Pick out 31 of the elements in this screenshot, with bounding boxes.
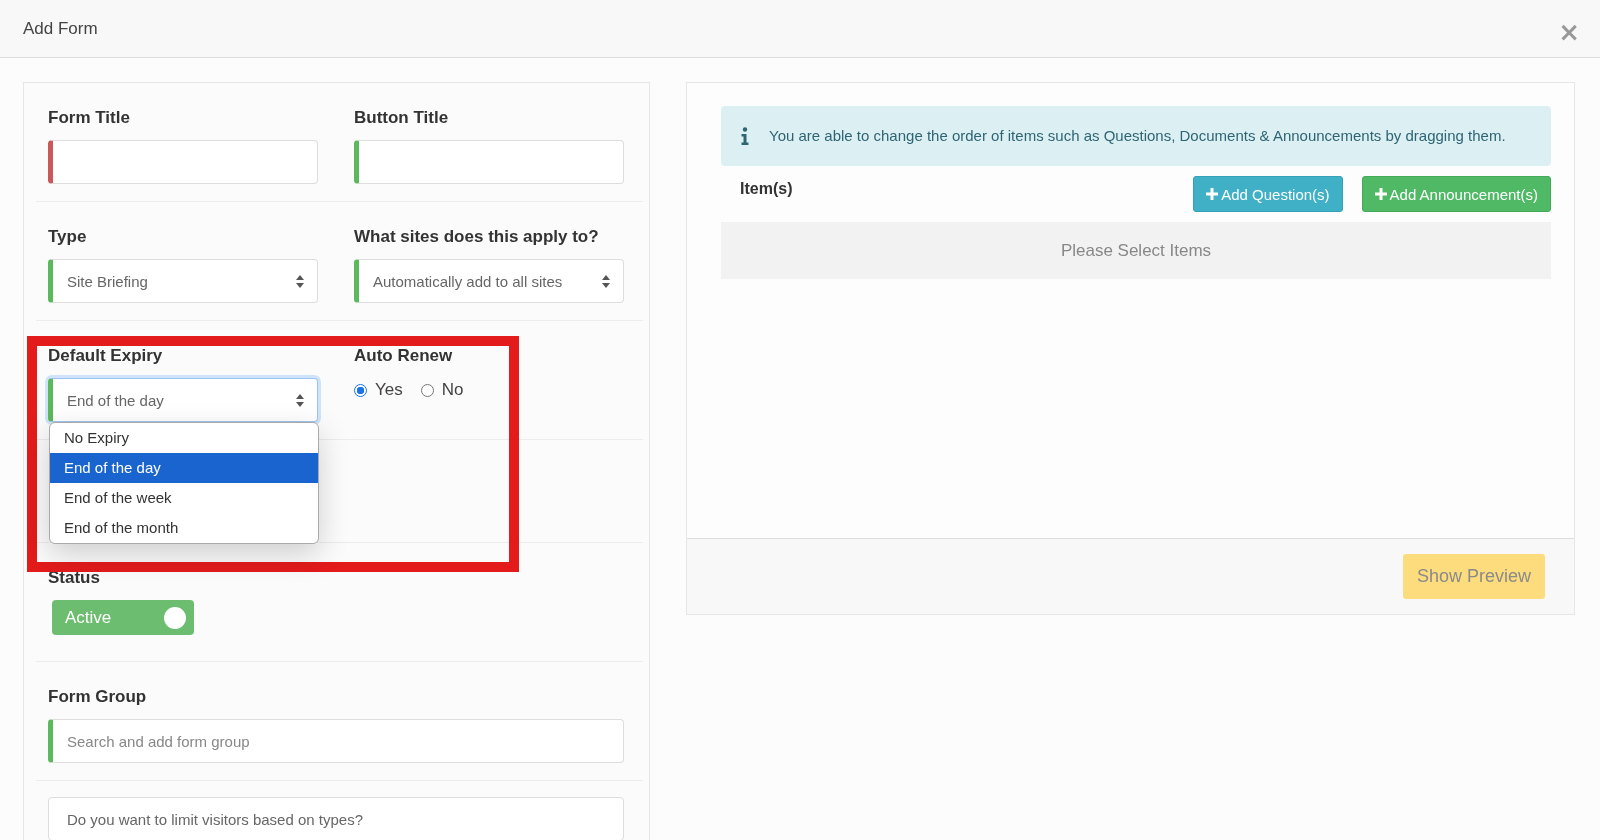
sort-caret-icon xyxy=(296,274,304,288)
text-field[interactable] xyxy=(354,140,624,184)
radio-button[interactable]: Yes xyxy=(354,380,403,400)
select-field[interactable]: Automatically add to all sites xyxy=(354,259,624,303)
field-label: Button Title xyxy=(354,107,450,129)
field-label: What sites does this apply to? xyxy=(354,226,600,248)
empty-items-message: Please Select Items xyxy=(721,222,1551,279)
sort-caret-icon xyxy=(602,274,610,288)
search-field[interactable]: Search and add form group xyxy=(48,719,624,763)
select-field[interactable]: End of the day xyxy=(48,378,318,422)
radio-button[interactable]: No xyxy=(420,380,464,400)
dropdown-option[interactable]: End of the week xyxy=(50,483,318,513)
select-field[interactable]: Do you want to limit visitors based on types? xyxy=(48,797,624,840)
field-label: Status xyxy=(48,567,101,589)
field-label: Default Expiry xyxy=(48,345,164,367)
field-label: Type xyxy=(48,226,88,248)
select-field[interactable]: Site Briefing xyxy=(48,259,318,303)
dropdown-option[interactable]: End of the day xyxy=(50,453,318,483)
info-icon xyxy=(741,127,749,145)
field-label: Form Group xyxy=(48,686,148,708)
dropdown-option[interactable]: No Expiry xyxy=(50,423,318,453)
field-label: Form Title xyxy=(48,107,131,129)
dropdown-option[interactable]: End of the month xyxy=(50,513,318,543)
text-field[interactable] xyxy=(48,140,318,184)
plus-icon xyxy=(1206,188,1219,200)
sort-caret-icon xyxy=(296,393,304,407)
plus-icon xyxy=(1374,188,1387,200)
notice-text: You are able to change the order of items such as Questions, Documents & Announcements by dragging them. xyxy=(769,126,1506,146)
dialog-title: Add Form xyxy=(23,18,98,39)
items-label: Item(s) xyxy=(740,180,793,198)
field-label: Auto Renew xyxy=(354,345,454,367)
